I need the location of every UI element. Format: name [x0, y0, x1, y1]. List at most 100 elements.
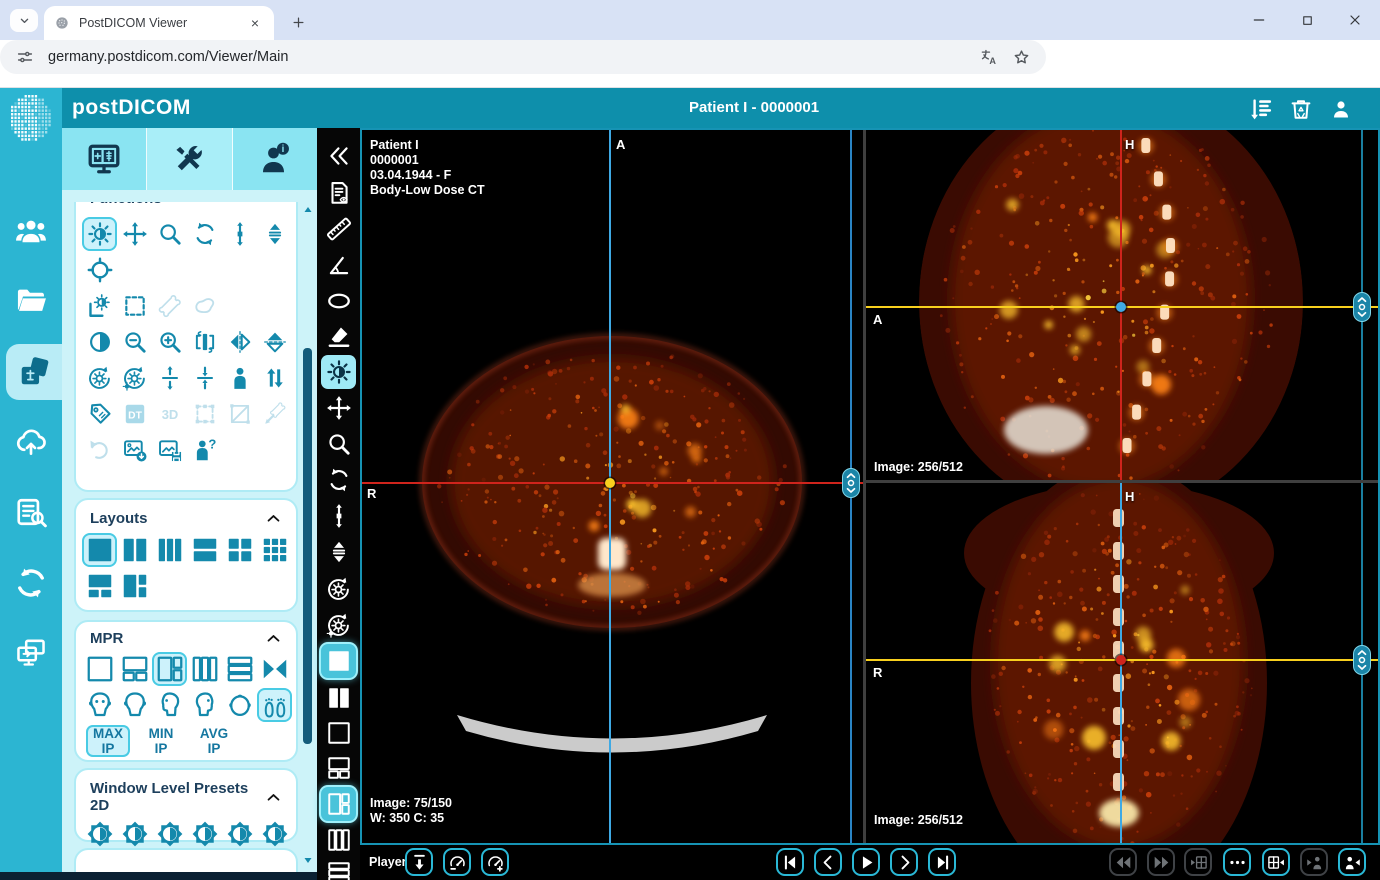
orient-head-button[interactable] — [222, 688, 257, 722]
layout-2x1-button[interactable] — [187, 533, 222, 567]
sidebar-item-transfer[interactable] — [0, 555, 62, 611]
localizer-target-button[interactable] — [82, 253, 117, 287]
collapse-panel-tool[interactable] — [321, 139, 356, 173]
crosshair-center-dot[interactable] — [1116, 655, 1126, 665]
ellipse-roi-tool[interactable] — [321, 284, 356, 318]
account-button[interactable] — [1326, 96, 1356, 122]
last-image-button[interactable] — [928, 848, 956, 876]
mpr-3-columns-button[interactable] — [187, 652, 222, 686]
window-level-preset-2-button[interactable] — [117, 817, 152, 851]
auto-routing-button[interactable] — [1246, 96, 1276, 122]
previous-image-button[interactable] — [814, 848, 842, 876]
anonymize-button[interactable]: ? — [187, 433, 222, 467]
window-level-button[interactable] — [82, 217, 117, 251]
zoom-button[interactable] — [152, 217, 187, 251]
new-tab-button[interactable] — [286, 10, 310, 34]
tab-display-settings[interactable] — [62, 128, 147, 190]
scroll-handle[interactable] — [1353, 292, 1371, 322]
tab-tools[interactable] — [147, 128, 232, 190]
mpr-single-button[interactable] — [82, 652, 117, 686]
mpr-oblique-button[interactable] — [257, 652, 292, 686]
zoom-out-button[interactable] — [117, 325, 152, 359]
crosshair-center-dot[interactable] — [605, 478, 615, 488]
collapse-chevron-icon[interactable] — [265, 202, 282, 207]
sidebar-item-worklist[interactable] — [0, 484, 62, 540]
next-series-button[interactable] — [1147, 848, 1175, 876]
report-tool[interactable] — [321, 176, 356, 210]
url-text[interactable]: germany.postdicom.com/Viewer/Main — [48, 49, 976, 65]
threed-mode-button[interactable]: 3D — [152, 397, 187, 431]
scroll-handle[interactable] — [1353, 645, 1371, 675]
layout-1x3-button[interactable] — [152, 533, 187, 567]
window-level-preset-6-button[interactable] — [257, 817, 292, 851]
play-button[interactable] — [852, 848, 880, 876]
speed-up-button[interactable] — [481, 848, 509, 876]
tab-search-button[interactable] — [10, 9, 38, 32]
sidebar-item-patient-search[interactable] — [0, 203, 62, 259]
mpr-3-rows-button[interactable] — [222, 652, 257, 686]
layout-1x1-button[interactable] — [82, 533, 117, 567]
tag-button[interactable] — [82, 397, 117, 431]
next-patient-button[interactable] — [1338, 848, 1366, 876]
orient-feet-button[interactable] — [257, 688, 292, 722]
collapse-vertical-button[interactable] — [187, 361, 222, 395]
speed-down-button[interactable] — [443, 848, 471, 876]
collapse-chevron-icon[interactable] — [265, 510, 282, 527]
viewport-axial[interactable]: Patient I 0000001 03.04.1944 - F Body-Lo… — [362, 130, 863, 843]
ruler-tool[interactable] — [321, 212, 356, 246]
layout-1-2-bottom-button[interactable] — [82, 569, 117, 603]
orient-anterior-button[interactable] — [82, 688, 117, 722]
layout-1-2-right-button[interactable] — [117, 569, 152, 603]
collapse-chevron-icon[interactable] — [265, 630, 282, 647]
tab-patient-info[interactable]: i — [233, 128, 317, 190]
mpr-1-2-right-button[interactable] — [152, 652, 187, 686]
layout-mpr-tool[interactable] — [321, 787, 356, 821]
expand-vertical-button[interactable] — [152, 361, 187, 395]
scroll-handle[interactable] — [842, 468, 860, 498]
layout-1x2-button[interactable] — [117, 533, 152, 567]
first-image-button[interactable] — [776, 848, 804, 876]
avg-ip-button[interactable]: AVGIP — [192, 725, 236, 757]
scroll-vertical-tool[interactable] — [321, 499, 356, 533]
more-options-button[interactable] — [1223, 848, 1251, 876]
panel-scrollbar[interactable] — [303, 348, 312, 744]
reset-window-level-tool[interactable] — [321, 608, 356, 642]
translate-icon[interactable]: A — [976, 44, 1002, 70]
viewport-sagittal[interactable]: H A Image: 256/512 — [866, 130, 1378, 480]
roi-oblique-button[interactable] — [222, 397, 257, 431]
address-bar[interactable]: germany.postdicom.com/Viewer/Main A — [0, 40, 1046, 74]
reset-rotation-button[interactable] — [82, 361, 117, 395]
window-minimize-button[interactable] — [1244, 8, 1274, 32]
select-area-button[interactable] — [117, 289, 152, 323]
roi-box-button[interactable] — [187, 397, 222, 431]
play-direction-button[interactable] — [405, 848, 433, 876]
sort-order-button[interactable] — [257, 361, 292, 395]
orient-posterior-button[interactable] — [117, 688, 152, 722]
angle-tool[interactable] — [321, 248, 356, 282]
zoom-in-button[interactable] — [152, 325, 187, 359]
reset-rotation-tool[interactable] — [321, 572, 356, 606]
window-level-region-button[interactable] — [82, 289, 117, 323]
sidebar-item-image-viewer[interactable] — [6, 344, 62, 400]
rotate-button[interactable] — [187, 217, 222, 251]
stack-scroll-button[interactable] — [257, 217, 292, 251]
save-image-button[interactable] — [152, 433, 187, 467]
collapse-chevron-icon[interactable] — [265, 789, 282, 806]
window-level-preset-5-button[interactable] — [222, 817, 257, 851]
flip-rotate-button[interactable] — [257, 325, 292, 359]
next-layout-button[interactable] — [1262, 848, 1290, 876]
window-close-button[interactable] — [1340, 8, 1370, 32]
sidebar-item-remote-view[interactable] — [0, 624, 62, 680]
bone-tool-button[interactable] — [152, 289, 187, 323]
sidebar-item-folders[interactable] — [0, 272, 62, 328]
layout-3x3-button[interactable] — [257, 533, 292, 567]
window-level-preset-3-button[interactable] — [152, 817, 187, 851]
window-level-tool[interactable] — [321, 355, 356, 389]
stack-scroll-tool[interactable] — [321, 535, 356, 569]
crosshair-center-dot[interactable] — [1116, 302, 1126, 312]
layout-3-columns-tool[interactable] — [321, 823, 356, 857]
layout-1-2-bottom-tool[interactable] — [321, 751, 356, 785]
layout-single-tool[interactable] — [321, 716, 356, 750]
export-image-button[interactable] — [117, 433, 152, 467]
scroll-down-icon[interactable] — [302, 854, 314, 864]
